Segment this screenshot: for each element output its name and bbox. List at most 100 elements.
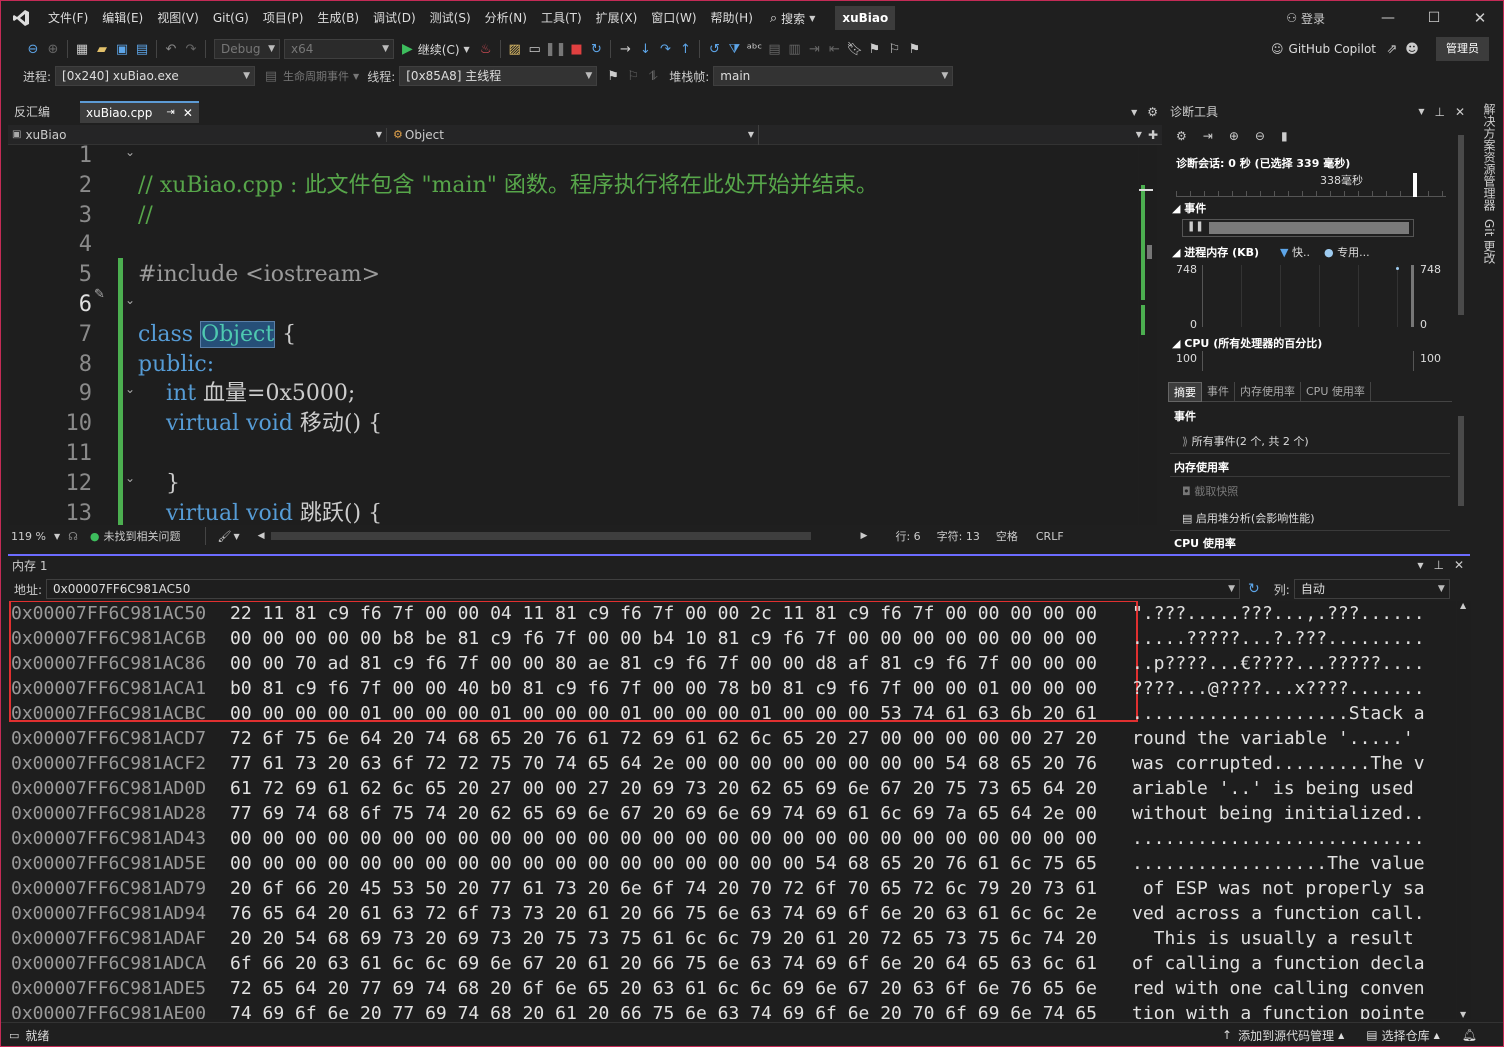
tab-disassembly[interactable]: 反汇编	[8, 101, 56, 123]
memory-row[interactable]: 0x00007FF6C981ADE5 72 65 64 20 77 69 74 6…	[8, 976, 1456, 1001]
menu-item-11[interactable]: 窗口(W)	[644, 1, 703, 35]
memory-view[interactable]: 0x00007FF6C981AC50 22 11 81 c9 f6 7f 00 0…	[8, 601, 1456, 1019]
memory-menu-icon[interactable]: ▼	[1417, 561, 1423, 570]
menu-item-7[interactable]: 测试(S)	[423, 1, 478, 35]
share-icon[interactable]: ⇗	[1382, 38, 1402, 60]
diag-bottom-scrollbar[interactable]	[1454, 406, 1468, 541]
diag-subtab-3[interactable]: CPU 使用率	[1301, 381, 1371, 402]
tab-xubiao-cpp[interactable]: xuBiao.cpp ⇥ ✕	[80, 101, 199, 123]
memory-row[interactable]: 0x00007FF6C981AC6B 00 00 00 00 00 b8 be 8…	[8, 626, 1456, 651]
memory-row[interactable]: 0x00007FF6C981ACD7 72 6f 75 6e 64 20 74 6…	[8, 726, 1456, 751]
memory-row[interactable]: 0x00007FF6C981AD43 00 00 00 00 00 00 00 0…	[8, 826, 1456, 851]
fold-12-icon[interactable]: ⌄	[125, 471, 135, 485]
outdent-icon[interactable]: ⇤	[824, 38, 844, 60]
horizontal-scrollbar[interactable]	[270, 532, 811, 540]
project-dropdown[interactable]: ▣ xuBiao ▼	[8, 128, 386, 142]
flag-threads-icon[interactable]: ⚐	[623, 65, 643, 87]
menu-item-12[interactable]: 帮助(H)	[704, 1, 760, 35]
memory-row[interactable]: 0x00007FF6C981AD0D 61 72 69 61 62 6c 65 2…	[8, 776, 1456, 801]
memory-row[interactable]: 0x00007FF6C981AC50 22 11 81 c9 f6 7f 00 0…	[8, 601, 1456, 626]
take-snapshot-button[interactable]: ◘ 截取快照	[1182, 483, 1238, 499]
login-button[interactable]: ⚇ 登录	[1286, 10, 1325, 27]
process-icon[interactable]: ▨	[505, 38, 525, 60]
spellcheck-icon[interactable]: ᵃᵇᶜ	[744, 38, 764, 60]
configuration-dropdown[interactable]: Debug ▼	[214, 39, 280, 59]
add-to-source-control[interactable]: 添加到源代码管理	[1238, 1027, 1334, 1044]
zoom-in-icon[interactable]: ⊕	[1229, 129, 1239, 143]
menu-item-4[interactable]: 项目(P)	[256, 1, 311, 35]
char-indicator[interactable]: 字符: 13	[937, 528, 980, 544]
feedback-icon[interactable]: ☻	[1402, 38, 1422, 60]
comment-icon[interactable]: ▤	[764, 38, 784, 60]
new-item-icon[interactable]: ▦	[72, 38, 92, 60]
menu-item-3[interactable]: Git(G)	[206, 1, 256, 35]
back-icon[interactable]: ⊖	[23, 38, 43, 60]
memory-row[interactable]: 0x00007FF6C981AD79 20 6f 66 20 45 53 50 2…	[8, 876, 1456, 901]
forward-icon[interactable]: ⊕	[43, 38, 63, 60]
redo-icon[interactable]: ↷	[181, 38, 201, 60]
memory-row[interactable]: 0x00007FF6C981AD94 76 65 64 20 61 63 72 6…	[8, 901, 1456, 926]
close-tab-icon[interactable]: ✕	[183, 103, 193, 123]
member-dropdown-chevron-icon[interactable]: ▼	[1136, 130, 1142, 139]
code-editor[interactable]: 1 2 3 4 5 6 7 8 9 10 11 12 13 ⌄ ✎ ⌄ ⌄ ⌄ // xuBiao.cp…	[8, 145, 1138, 525]
pin-icon[interactable]: ⇥	[166, 103, 174, 123]
diag-export-icon[interactable]: ⇥	[1203, 129, 1213, 143]
memory-row[interactable]: 0x00007FF6C981AD28 77 69 74 68 6f 75 74 2…	[8, 801, 1456, 826]
diag-subtab-2[interactable]: 内存使用率	[1235, 381, 1301, 402]
memory-row[interactable]: 0x00007FF6C981AD5E 00 00 00 00 00 00 00 0…	[8, 851, 1456, 876]
bookmark-next-icon[interactable]: ⚐	[884, 38, 904, 60]
diag-subtab-0[interactable]: 摘要	[1168, 381, 1202, 402]
solution-explorer-tab[interactable]: 解决方案资源管理器	[1481, 103, 1498, 211]
lifecycle-icon[interactable]: ▤	[261, 65, 281, 87]
minimize-button[interactable]: —	[1365, 10, 1411, 26]
memory-close-icon[interactable]: ✕	[1454, 558, 1464, 572]
platform-dropdown[interactable]: x64 ▼	[284, 39, 394, 59]
fold-6-icon[interactable]: ⌄	[125, 293, 135, 307]
copilot-button[interactable]: ☺ GitHub Copilot	[1271, 42, 1376, 56]
scroll-left-icon[interactable]: ◀	[258, 531, 265, 541]
brush-icon[interactable]: 🖌︎	[218, 530, 232, 543]
layout-icon[interactable]: ▭	[525, 38, 545, 60]
memory-row[interactable]: 0x00007FF6C981ACA1 b0 81 c9 f6 7f 00 00 4…	[8, 676, 1456, 701]
split-icon[interactable]: ✚	[1148, 128, 1158, 142]
uncomment-icon[interactable]: ▥	[784, 38, 804, 60]
process-dropdown[interactable]: [0x240] xuBiao.exe ▼	[55, 66, 256, 86]
step-back-icon[interactable]: ↺	[704, 38, 724, 60]
thread-dropdown[interactable]: [0x85A8] 主线程 ▼	[399, 66, 598, 86]
menu-item-8[interactable]: 分析(N)	[478, 1, 534, 35]
git-changes-tab[interactable]: Git 更改	[1481, 219, 1498, 264]
bookmark-prev-icon[interactable]: ⚑	[864, 38, 884, 60]
reevaluate-icon[interactable]: ↻	[1248, 581, 1260, 597]
memory-row[interactable]: 0x00007FF6C981ADCA 6f 66 20 63 61 6c 6c 6…	[8, 951, 1456, 976]
all-events-link[interactable]: ⟫ 所有事件(2 个, 共 2 个)	[1182, 433, 1309, 449]
show-next-statement-icon[interactable]: →	[615, 38, 635, 60]
show-threads-icon[interactable]: ⥮	[643, 65, 663, 87]
search-box[interactable]: ⌕ 搜索 ▼	[770, 10, 815, 27]
indent-icon[interactable]: ⇥	[804, 38, 824, 60]
bookmark-icon[interactable]: 🔖︎	[844, 38, 864, 60]
menu-item-0[interactable]: 文件(F)	[41, 1, 95, 35]
close-button[interactable]: ✕	[1457, 9, 1503, 27]
eol-indicator[interactable]: CRLF	[1036, 530, 1064, 543]
address-input[interactable]: 0x00007FF6C981AC50 ▼	[46, 579, 1241, 599]
memory-pin-icon[interactable]: ⊥	[1433, 558, 1443, 572]
lifecycle-label[interactable]: 生命周期事件	[283, 68, 349, 84]
stack-frame-dropdown[interactable]: main ▼	[713, 66, 954, 86]
filter-icon[interactable]: ⧩	[724, 38, 744, 60]
fold-9-icon[interactable]: ⌄	[125, 382, 135, 396]
editor-vertical-scrollbar[interactable]	[1139, 145, 1157, 525]
diag-menu-icon[interactable]: ▼	[1418, 101, 1424, 123]
memory-row[interactable]: 0x00007FF6C981ACF2 77 61 73 20 63 6f 72 7…	[8, 751, 1456, 776]
notifications-icon[interactable]: 🔔︎	[1462, 1028, 1477, 1042]
pause-icon[interactable]: ❚❚	[545, 38, 567, 60]
menu-item-9[interactable]: 工具(T)	[534, 1, 589, 35]
line-indicator[interactable]: 行: 6	[895, 528, 920, 544]
spacing-indicator[interactable]: 空格	[996, 528, 1018, 544]
heap-profiling-button[interactable]: ▤ 启用堆分析(会影响性能)	[1182, 510, 1315, 526]
step-over-icon[interactable]: ↷	[655, 38, 675, 60]
bookmark-clear-icon[interactable]: ⚑	[904, 38, 924, 60]
step-into-icon[interactable]: ↓	[635, 38, 655, 60]
columns-dropdown[interactable]: 自动 ▼	[1293, 579, 1450, 599]
menu-item-6[interactable]: 调试(D)	[366, 1, 423, 35]
zoom-level[interactable]: 119 %	[8, 530, 46, 543]
